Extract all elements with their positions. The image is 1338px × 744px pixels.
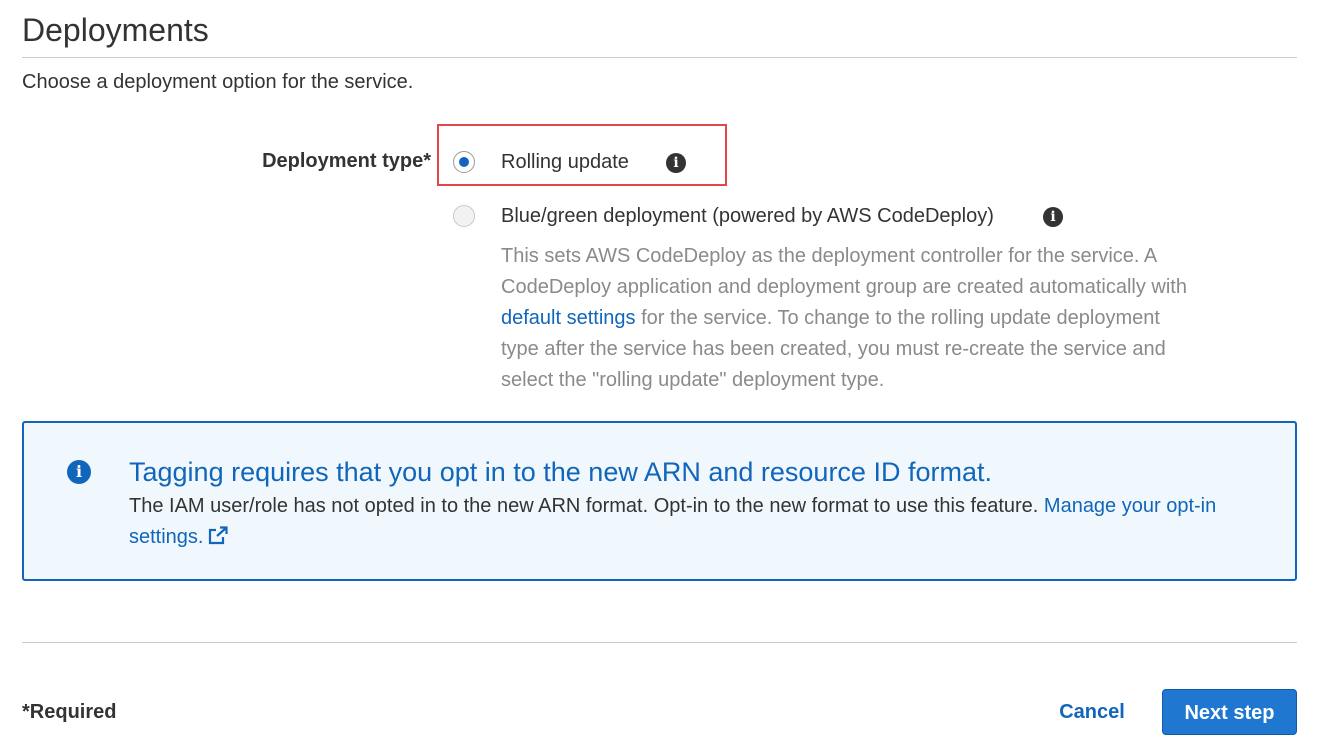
info-icon[interactable]: i (666, 153, 686, 173)
alert-body-text: The IAM user/role has not opted in to th… (129, 495, 1044, 517)
rolling-update-radio[interactable] (453, 151, 475, 173)
alert-body: The IAM user/role has not opted in to th… (129, 491, 1259, 553)
required-note: *Required (22, 701, 117, 723)
blue-green-label[interactable]: Blue/green deployment (powered by AWS Co… (501, 203, 994, 229)
rolling-update-label[interactable]: Rolling update (501, 149, 629, 175)
deployment-type-label: Deployment type* (262, 150, 431, 172)
external-link-icon[interactable] (207, 526, 229, 546)
info-icon[interactable]: i (1043, 207, 1063, 227)
section-divider (22, 57, 1297, 58)
tagging-info-alert: i Tagging requires that you opt in to th… (22, 421, 1297, 581)
footer-divider (22, 642, 1297, 643)
default-settings-link[interactable]: default settings (501, 307, 636, 329)
alert-title: Tagging requires that you opt in to the … (129, 457, 992, 487)
blue-green-help-text: This sets AWS CodeDeploy as the deployme… (501, 241, 1201, 396)
cancel-button[interactable]: Cancel (1050, 699, 1134, 725)
section-description: Choose a deployment option for the servi… (22, 71, 414, 93)
blue-green-radio[interactable] (453, 205, 475, 227)
info-icon: i (67, 460, 91, 484)
section-title: Deployments (22, 12, 209, 48)
next-step-button[interactable]: Next step (1162, 689, 1297, 735)
help-text-start: This sets AWS CodeDeploy as the deployme… (501, 245, 1187, 298)
